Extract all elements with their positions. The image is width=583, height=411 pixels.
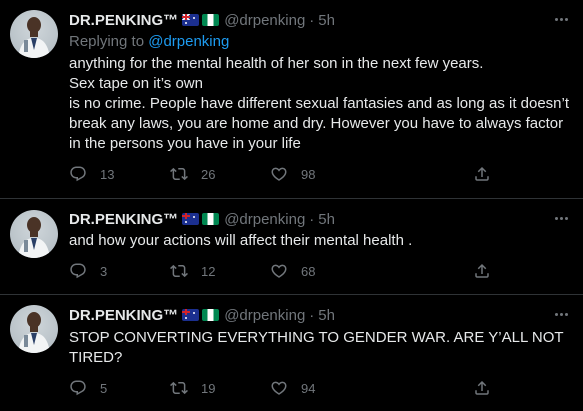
author-handle[interactable]: @drpenking <box>224 12 305 29</box>
avatar[interactable] <box>10 305 58 353</box>
tweet[interactable]: DR.PENKING™ @drpenking · 5h and how your… <box>0 199 583 295</box>
reply-button[interactable]: 3 <box>69 262 107 280</box>
timestamp[interactable]: 5h <box>318 12 335 29</box>
separator-dot: · <box>309 306 315 324</box>
author-handle[interactable]: @drpenking <box>224 211 305 228</box>
tweet-text-line: is no crime. People have different sexua… <box>69 95 570 152</box>
retweet-button[interactable]: 19 <box>170 379 215 397</box>
share-button[interactable] <box>473 379 491 397</box>
tweet-text-line: anything for the mental health of her so… <box>69 55 484 72</box>
retweet-button[interactable]: 12 <box>170 262 215 280</box>
tweet-header: DR.PENKING™ @drpenking · 5h <box>69 305 335 325</box>
separator-dot: · <box>309 11 315 29</box>
more-options-icon[interactable] <box>551 12 571 26</box>
like-button[interactable]: 98 <box>270 165 315 183</box>
tweet-text-line: and how your actions will affect their m… <box>69 232 413 249</box>
more-options-icon[interactable] <box>551 307 571 321</box>
retweet-icon <box>170 167 188 181</box>
heart-icon <box>271 264 287 278</box>
share-button[interactable] <box>473 262 491 280</box>
author-name[interactable]: DR.PENKING™ <box>69 211 178 228</box>
retweet-count: 12 <box>201 263 216 279</box>
avatar[interactable] <box>10 210 58 258</box>
nigeria-flag-icon <box>202 213 220 225</box>
timestamp[interactable]: 5h <box>318 211 335 228</box>
share-button[interactable] <box>473 165 491 183</box>
reply-count: 3 <box>100 263 108 279</box>
reply-icon <box>70 380 86 396</box>
retweet-icon <box>170 264 188 278</box>
nigeria-flag-icon <box>202 309 220 321</box>
tweet-text: and how your actions will affect their m… <box>69 231 574 251</box>
share-icon <box>475 380 489 395</box>
australia-flag-icon <box>182 213 200 225</box>
tweet-header: DR.PENKING™ @drpenking · 5h <box>69 209 335 229</box>
heart-icon <box>271 167 287 181</box>
tweet[interactable]: DR.PENKING™ @drpenking · 5h STOP CONVERT… <box>0 295 583 411</box>
tweet-text: anything for the mental health of her so… <box>69 54 574 154</box>
reply-button[interactable]: 5 <box>69 379 107 397</box>
retweet-icon <box>170 381 188 395</box>
tweet-header: DR.PENKING™ @drpenking · 5h <box>69 10 335 30</box>
more-options-icon[interactable] <box>551 211 571 225</box>
retweet-count: 19 <box>201 380 216 396</box>
nigeria-flag-icon <box>202 14 220 26</box>
retweet-button[interactable]: 26 <box>170 165 215 183</box>
author-handle[interactable]: @drpenking <box>224 307 305 324</box>
tweet-text: STOP CONVERTING EVERYTHING TO GENDER WAR… <box>69 328 574 368</box>
heart-icon <box>271 381 287 395</box>
reply-icon <box>70 166 86 182</box>
tweet-actions: 13 26 98 <box>69 165 509 185</box>
tweet-actions: 5 19 94 <box>69 379 509 399</box>
share-icon <box>475 166 489 181</box>
tweet-text-line: STOP CONVERTING EVERYTHING TO GENDER WAR… <box>69 329 564 366</box>
tweet[interactable]: DR.PENKING™ @drpenking · 5h Replying to … <box>0 0 583 199</box>
like-button[interactable]: 68 <box>270 262 315 280</box>
like-count: 98 <box>301 166 316 182</box>
australia-flag-icon <box>182 309 200 321</box>
share-icon <box>475 263 489 278</box>
like-count: 68 <box>301 263 316 279</box>
tweet-text-line: Sex tape on it’s own <box>69 75 203 92</box>
like-button[interactable]: 94 <box>270 379 315 397</box>
reply-icon <box>70 263 86 279</box>
tweet-thread: DR.PENKING™ @drpenking · 5h Replying to … <box>0 0 583 411</box>
reply-count: 13 <box>100 166 115 182</box>
tweet-actions: 3 12 68 <box>69 262 509 282</box>
replying-to: Replying to @drpenking <box>69 33 229 50</box>
author-name[interactable]: DR.PENKING™ <box>69 12 178 29</box>
retweet-count: 26 <box>201 166 216 182</box>
author-name[interactable]: DR.PENKING™ <box>69 307 178 324</box>
australia-flag-icon <box>182 14 200 26</box>
replying-to-label: Replying to <box>69 33 149 50</box>
timestamp[interactable]: 5h <box>318 307 335 324</box>
separator-dot: · <box>309 210 315 228</box>
replying-to-mention[interactable]: @drpenking <box>148 33 229 50</box>
reply-button[interactable]: 13 <box>69 165 114 183</box>
reply-count: 5 <box>100 380 108 396</box>
avatar[interactable] <box>10 10 58 58</box>
like-count: 94 <box>301 380 316 396</box>
